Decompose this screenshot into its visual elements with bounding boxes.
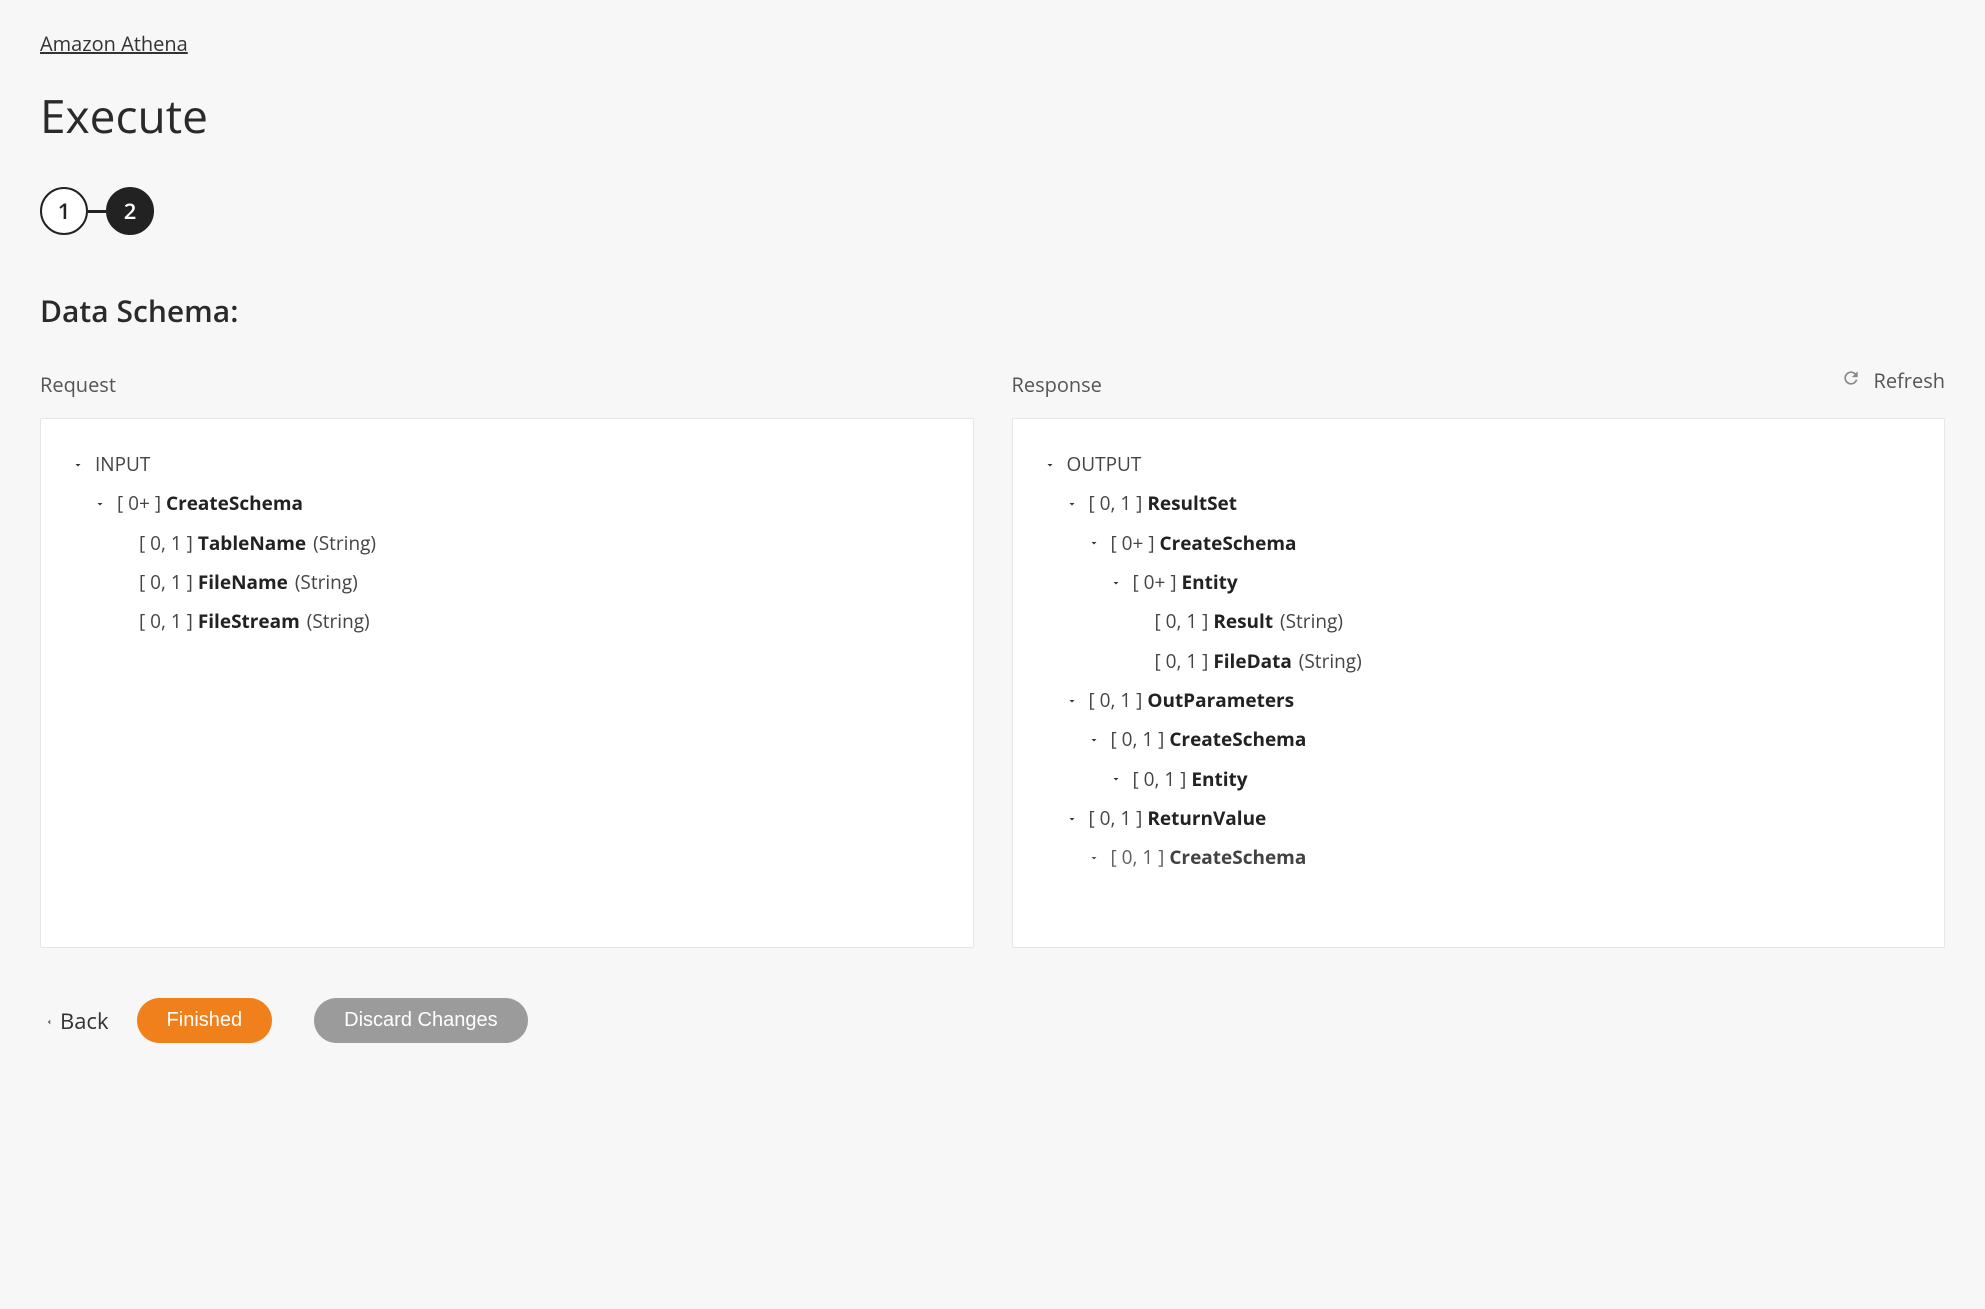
tree-label: [ 0, 1 ] Entity	[1133, 764, 1248, 795]
tree-node-tablename[interactable]: [ 0, 1 ] TableName (String)	[71, 524, 943, 563]
back-label: Back	[60, 1006, 109, 1036]
step-2[interactable]: 2	[106, 187, 154, 235]
tree-node-outparameters[interactable]: [ 0, 1 ] OutParameters	[1043, 681, 1915, 720]
section-title: Data Schema:	[40, 290, 1945, 331]
tree-label: [ 0+ ] Entity	[1133, 567, 1238, 598]
refresh-icon	[1841, 367, 1861, 394]
tree-node-createschema[interactable]: [ 0+ ] CreateSchema	[71, 484, 943, 523]
page-title: Execute	[40, 85, 1945, 147]
step-connector	[88, 210, 106, 213]
tree-label: [ 0, 1 ] CreateSchema	[1111, 842, 1307, 873]
back-button[interactable]: Back	[40, 1000, 113, 1042]
chevron-down-icon[interactable]	[1043, 459, 1057, 471]
tree-node-result[interactable]: [ 0, 1 ] Result (String)	[1043, 602, 1915, 641]
footer: Back Finished Discard Changes	[40, 998, 1945, 1043]
request-header: Request	[40, 371, 974, 398]
response-column: Response OUTPUT [ 0, 1 ] ResultSet [ 0+ …	[1012, 371, 1946, 948]
tree-label: [ 0, 1 ] ResultSet	[1089, 488, 1238, 519]
breadcrumb-link[interactable]: Amazon Athena	[40, 30, 188, 57]
tree-label: [ 0+ ] CreateSchema	[1111, 528, 1297, 559]
tree-node-outparam-createschema[interactable]: [ 0, 1 ] CreateSchema	[1043, 720, 1915, 759]
tree-label: [ 0, 1 ] FileName (String)	[139, 567, 358, 598]
stepper: 1 2	[40, 187, 1945, 235]
tree-node-filedata[interactable]: [ 0, 1 ] FileData (String)	[1043, 642, 1915, 681]
step-1[interactable]: 1	[40, 187, 88, 235]
request-panel: INPUT [ 0+ ] CreateSchema [ 0, 1 ] Table…	[40, 418, 974, 948]
response-header: Response	[1012, 371, 1946, 398]
tree-label: [ 0, 1 ] FileStream (String)	[139, 606, 370, 637]
tree-node-resultset-createschema[interactable]: [ 0+ ] CreateSchema	[1043, 524, 1915, 563]
tree-label: INPUT	[95, 449, 150, 480]
tree-label: [ 0, 1 ] OutParameters	[1089, 685, 1295, 716]
tree-label: [ 0+ ] CreateSchema	[117, 488, 303, 519]
chevron-down-icon[interactable]	[1109, 577, 1123, 589]
chevron-down-icon[interactable]	[1087, 734, 1101, 746]
discard-button[interactable]: Discard Changes	[314, 998, 527, 1043]
tree-label: [ 0, 1 ] FileData (String)	[1155, 646, 1362, 677]
tree-label: OUTPUT	[1067, 449, 1142, 480]
refresh-button[interactable]: Refresh	[1841, 367, 1945, 394]
tree-node-returnvalue-createschema[interactable]: [ 0, 1 ] CreateSchema	[1043, 838, 1915, 877]
chevron-down-icon[interactable]	[1065, 813, 1079, 825]
request-column: Request INPUT [ 0+ ] CreateSchema	[40, 371, 974, 948]
tree-node-outparam-entity[interactable]: [ 0, 1 ] Entity	[1043, 760, 1915, 799]
tree-node-output[interactable]: OUTPUT	[1043, 445, 1915, 484]
tree-label: [ 0, 1 ] CreateSchema	[1111, 724, 1307, 755]
chevron-down-icon[interactable]	[1109, 773, 1123, 785]
tree-node-returnvalue[interactable]: [ 0, 1 ] ReturnValue	[1043, 799, 1915, 838]
tree-node-input[interactable]: INPUT	[71, 445, 943, 484]
chevron-down-icon[interactable]	[71, 459, 85, 471]
chevron-down-icon[interactable]	[1087, 852, 1101, 864]
chevron-down-icon[interactable]	[1065, 498, 1079, 510]
tree-node-entity[interactable]: [ 0+ ] Entity	[1043, 563, 1915, 602]
tree-node-filename[interactable]: [ 0, 1 ] FileName (String)	[71, 563, 943, 602]
refresh-label: Refresh	[1873, 367, 1945, 394]
chevron-down-icon[interactable]	[1087, 537, 1101, 549]
tree-node-resultset[interactable]: [ 0, 1 ] ResultSet	[1043, 484, 1915, 523]
tree-label: [ 0, 1 ] ReturnValue	[1089, 803, 1267, 834]
tree-label: [ 0, 1 ] Result (String)	[1155, 606, 1343, 637]
tree-node-filestream[interactable]: [ 0, 1 ] FileStream (String)	[71, 602, 943, 641]
tree-label: [ 0, 1 ] TableName (String)	[139, 528, 376, 559]
chevron-left-icon	[44, 1006, 54, 1036]
chevron-down-icon[interactable]	[93, 498, 107, 510]
chevron-down-icon[interactable]	[1065, 695, 1079, 707]
finished-button[interactable]: Finished	[137, 998, 273, 1043]
response-panel: OUTPUT [ 0, 1 ] ResultSet [ 0+ ] CreateS…	[1012, 418, 1946, 948]
